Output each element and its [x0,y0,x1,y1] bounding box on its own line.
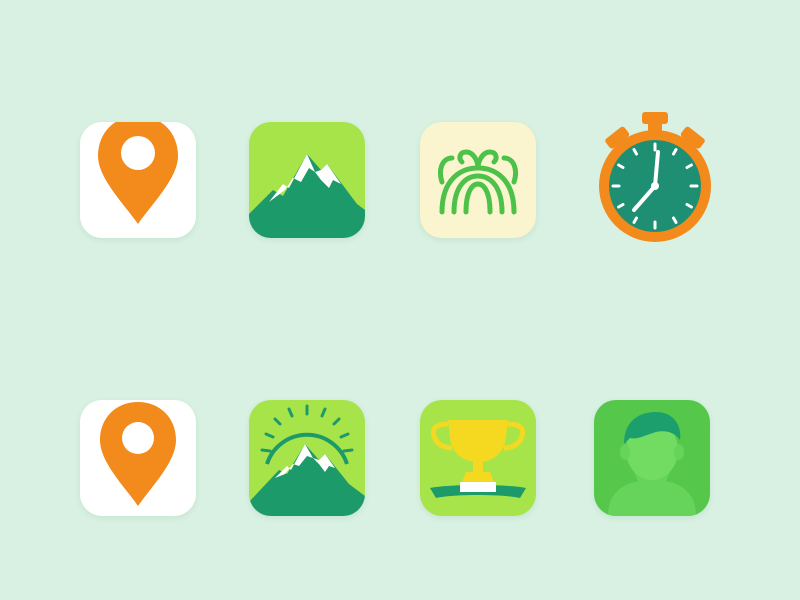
mountain-icon[interactable] [249,122,365,238]
location-pin-icon[interactable] [80,400,196,516]
location-pin-icon[interactable] [80,122,196,238]
user-avatar-icon[interactable] [594,400,710,516]
stopwatch-icon[interactable] [590,108,720,248]
trophy-icon[interactable] [420,400,536,516]
mountain-compass-icon[interactable] [249,400,365,516]
sprout-arches-icon[interactable] [420,122,536,238]
